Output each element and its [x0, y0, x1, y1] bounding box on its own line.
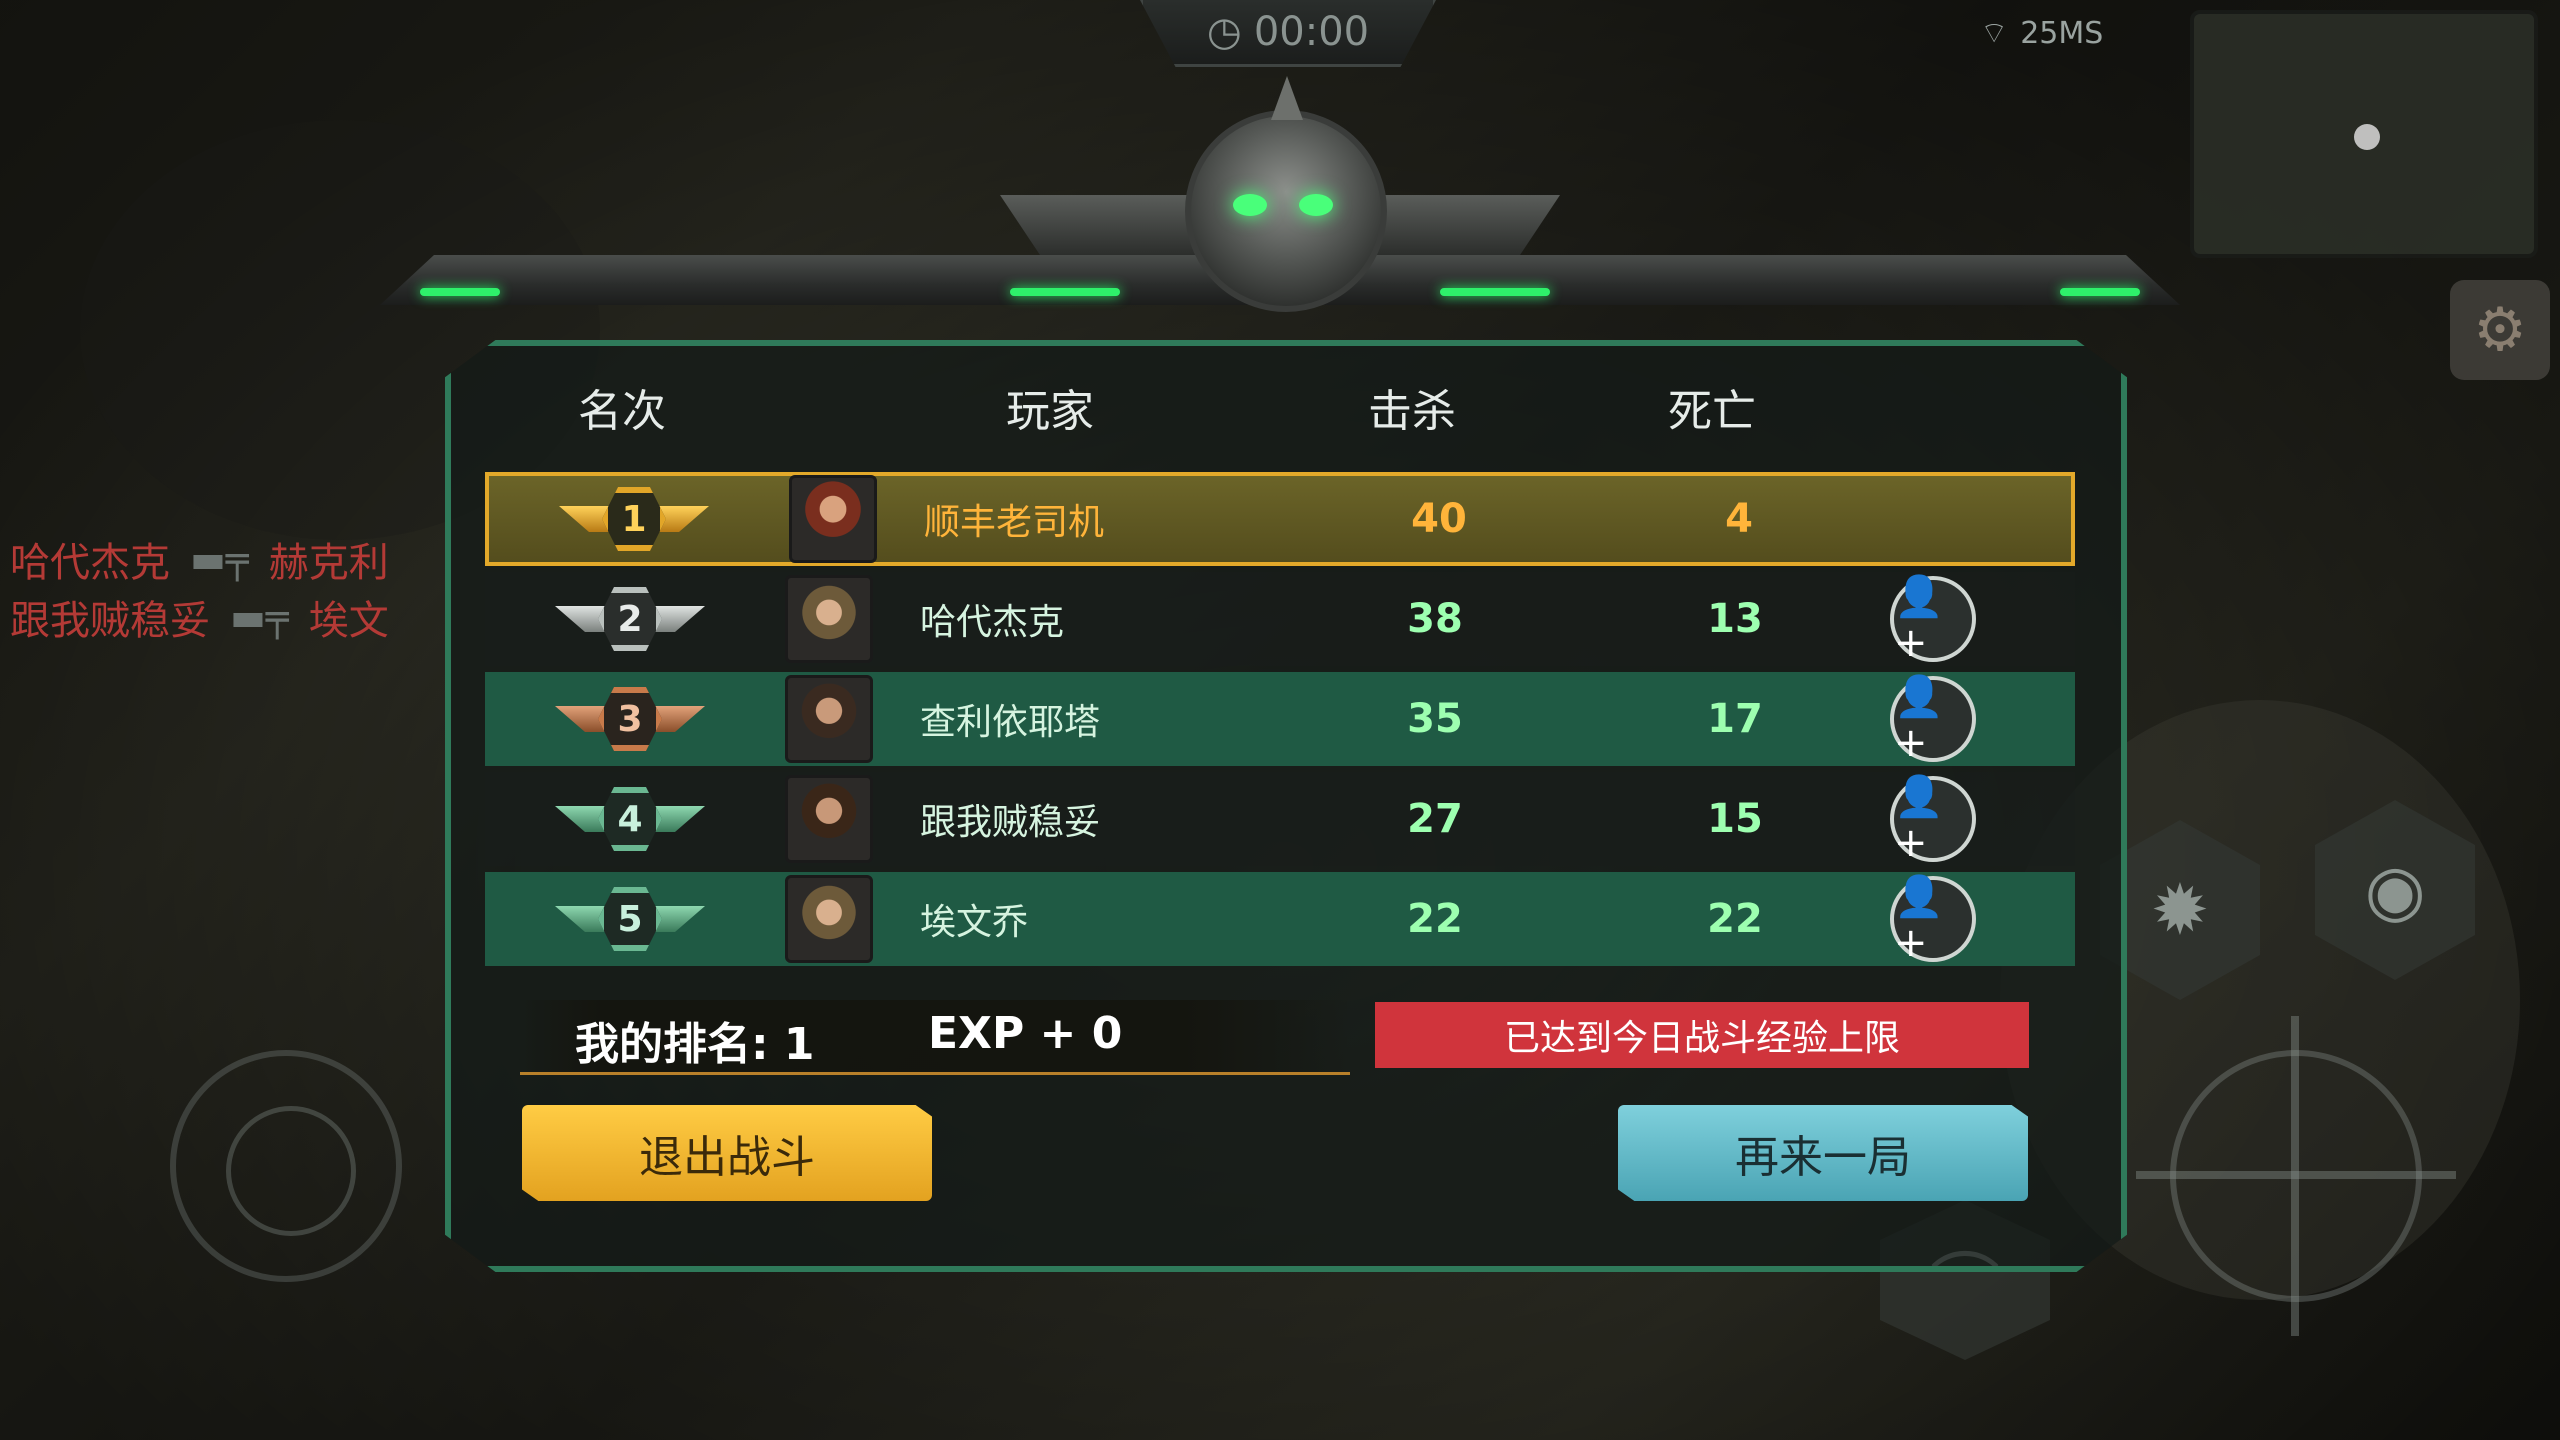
scoreboard-row: 1 顺丰老司机 40 4: [485, 472, 2075, 566]
rank-badge-green-icon: 5: [555, 884, 705, 954]
wifi-icon: ⌔: [1980, 16, 2009, 51]
killer-name: 跟我贼稳妥: [10, 598, 210, 644]
kill-feed-item: 哈代杰克 ▬╤ 赫克利: [10, 530, 450, 588]
header-kills: 击杀: [1368, 386, 1456, 437]
clock-icon: ◷: [1206, 9, 1242, 55]
deaths-value: 17: [1707, 696, 1763, 742]
deaths-value: 15: [1707, 796, 1763, 842]
scoreboard-row: 4 跟我贼稳妥 27 15 👤+: [485, 772, 2075, 866]
settings-gear-icon[interactable]: ⚙: [2450, 280, 2550, 380]
timer-value: 00:00: [1253, 9, 1370, 55]
kill-feed-item: 跟我贼稳妥 ▬╤ 埃文: [10, 588, 450, 646]
banner-light: [1010, 288, 1120, 296]
skull-eye: [1233, 194, 1267, 216]
rank-number: 2: [598, 587, 662, 651]
rifle-icon: ▬╤: [190, 537, 249, 581]
kills-value: 38: [1407, 596, 1463, 642]
rank-badge-gold-icon: 1: [559, 484, 709, 554]
rank-badge-bronze-icon: 3: [555, 684, 705, 754]
banner-wing-left: [1000, 195, 1200, 255]
player-name: 跟我贼稳妥: [920, 802, 1101, 843]
banner-light: [420, 288, 500, 296]
player-name: 顺丰老司机: [924, 502, 1105, 543]
minimap[interactable]: [2190, 10, 2538, 258]
header-rank: 名次: [578, 386, 666, 437]
kills-value: 27: [1407, 796, 1463, 842]
banner-light: [1440, 288, 1550, 296]
killer-name: 哈代杰克: [10, 540, 170, 586]
scoreboard-row: 2 哈代杰克 38 13 👤+: [485, 572, 2075, 666]
victim-name: 埃文: [308, 598, 389, 644]
joystick-knob[interactable]: [226, 1106, 356, 1236]
exp-gain-label: EXP + 0: [928, 1008, 1123, 1059]
add-friend-icon[interactable]: 👤+: [1890, 574, 1976, 666]
match-timer: ◷ 00:00: [1140, 0, 1436, 67]
kills-value: 22: [1407, 896, 1463, 942]
scoreboard-row: 5 埃文乔 22 22 👤+: [485, 872, 2075, 966]
fire-crosshair-icon[interactable]: [2136, 1016, 2456, 1336]
rank-number: 3: [598, 687, 662, 751]
add-friend-icon[interactable]: 👤+: [1890, 774, 1976, 866]
player-avatar: [785, 875, 873, 963]
my-rank-label: 我的排名: 1: [575, 1019, 815, 1070]
network-status: ⌔ 25MS: [1980, 14, 2103, 52]
exp-limit-notice: 已达到今日战斗经验上限: [1375, 1002, 2029, 1068]
add-friend-icon[interactable]: 👤+: [1890, 874, 1976, 966]
ping-value: 25MS: [2020, 15, 2104, 51]
rank-number: 1: [602, 487, 666, 551]
skull-emblem-icon: [1185, 76, 1387, 312]
kills-value: 35: [1407, 696, 1463, 742]
deaths-value: 4: [1725, 496, 1753, 542]
play-again-button[interactable]: 再来一局: [1618, 1105, 2028, 1201]
player-marker-icon: [2354, 124, 2380, 150]
deaths-value: 13: [1707, 596, 1763, 642]
player-name: 查利依耶塔: [920, 702, 1101, 743]
player-name: 哈代杰克: [920, 602, 1065, 643]
header-deaths: 死亡: [1668, 386, 1756, 437]
skull-spike: [1271, 76, 1303, 120]
player-name: 埃文乔: [920, 902, 1029, 943]
rank-number: 5: [598, 887, 662, 951]
movement-joystick[interactable]: [170, 1050, 402, 1282]
player-avatar: [785, 575, 873, 663]
player-avatar: [785, 675, 873, 763]
rifle-icon: ▬╤: [230, 595, 289, 639]
skull-eye: [1299, 194, 1333, 216]
kill-feed: 哈代杰克 ▬╤ 赫克利 跟我贼稳妥 ▬╤ 埃文: [10, 530, 450, 646]
exit-battle-button[interactable]: 退出战斗: [522, 1105, 932, 1201]
kills-value: 40: [1411, 496, 1467, 542]
victim-name: 赫克利: [268, 540, 389, 586]
player-avatar: [785, 775, 873, 863]
scoreboard-row: 3 查利依耶塔 35 17 👤+: [485, 672, 2075, 766]
rank-badge-green-icon: 4: [555, 784, 705, 854]
deaths-value: 22: [1707, 896, 1763, 942]
banner-light: [2060, 288, 2140, 296]
banner-wing-right: [1360, 195, 1560, 255]
player-avatar: [789, 475, 877, 563]
rank-number: 4: [598, 787, 662, 851]
rank-badge-silver-icon: 2: [555, 584, 705, 654]
add-friend-icon[interactable]: 👤+: [1890, 674, 1976, 766]
header-player: 玩家: [1006, 386, 1094, 437]
